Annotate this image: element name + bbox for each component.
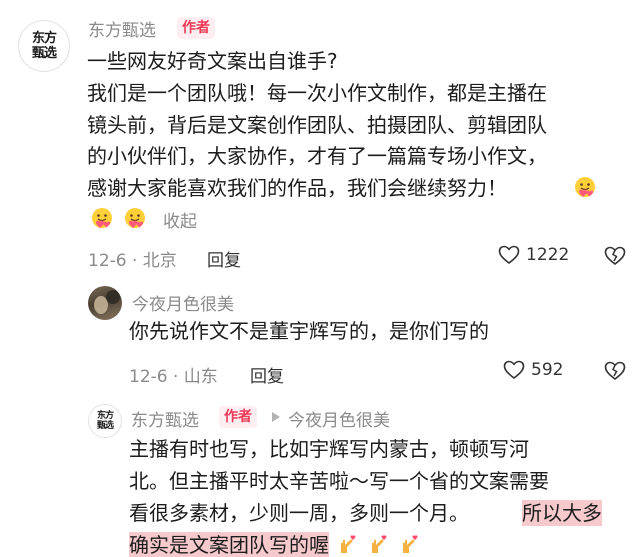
comment-thread: 东方 甄选 东方甄选 作者 一些网友好奇文案出自谁手? 我们是一个团队哦！每一次… — [0, 0, 641, 557]
heart-icon — [498, 245, 520, 265]
highlighted-text: 所以大多 — [522, 500, 602, 526]
author-name[interactable]: 今夜月色很美 — [132, 290, 234, 315]
finger-heart-icon — [372, 535, 387, 553]
finger-heart-icon — [341, 535, 356, 553]
avatar[interactable]: 东方 甄选 — [18, 20, 70, 72]
heart-icon — [503, 360, 525, 380]
reply-arrow-icon — [272, 412, 280, 422]
comment-text-line: 的小伙伴们，大家协作，才有了一篇篇专场小作文， — [87, 144, 547, 168]
comment-text-line: 你先说作文不是董宇辉写的，是你们写的 — [129, 319, 489, 343]
comment-text-line: 主播有时也写，比如宇辉写内蒙古，顿顿写河 — [129, 437, 529, 461]
author-name[interactable]: 东方甄选 — [131, 406, 199, 431]
comment-text-line: 感谢大家能喜欢我们的作品，我们会继续努力！ — [87, 176, 507, 200]
comment-text-line: 看很多素材，少则一周，多则一个月。 — [129, 501, 469, 525]
reply-button[interactable]: 回复 — [207, 246, 241, 271]
hug-emoji-icon — [125, 208, 145, 228]
avatar-logo-text: 甄选 — [31, 46, 57, 61]
like-count: 1222 — [526, 245, 570, 265]
like-button[interactable]: 592 — [503, 360, 563, 380]
like-count: 592 — [531, 360, 564, 380]
avatar[interactable]: 东方 甄选 — [88, 404, 122, 438]
hug-emoji-icon — [92, 208, 112, 228]
avatar-logo-text: 东方 — [31, 31, 57, 46]
like-button[interactable]: 1222 — [498, 245, 569, 265]
hug-emoji-icon — [575, 177, 595, 197]
comment-date-location: 12-6 · 北京 — [88, 251, 177, 271]
comment-text-line: 镜头前，背后是文案创作团队、拍摄团队、剪辑团队 — [87, 113, 547, 137]
comment-text-line: 我们是一个团队哦！每一次小作文制作，都是主播在 — [87, 81, 547, 105]
reply-button[interactable]: 回复 — [250, 362, 284, 387]
avatar[interactable] — [88, 286, 122, 320]
author-badge: 作者 — [177, 17, 215, 39]
dislike-icon[interactable] — [604, 246, 626, 266]
avatar-logo-text: 甄选 — [96, 420, 114, 431]
collapse-button[interactable]: 收起 — [163, 207, 197, 232]
dislike-icon[interactable] — [604, 361, 626, 381]
highlighted-text: 确实是文案团队写的喔 — [129, 532, 329, 557]
reply-target-name[interactable]: 今夜月色很美 — [288, 406, 390, 431]
author-badge: 作者 — [219, 406, 257, 428]
comment-text-line: 北。但主播平时太辛苦啦～写一个省的文案需要 — [129, 469, 549, 493]
avatar-logo-text: 东方 — [96, 410, 114, 421]
comment-date-location: 12-6 · 山东 — [129, 367, 218, 387]
comment-text-line: 一些网友好奇文案出自谁手? — [87, 49, 338, 73]
finger-heart-icon — [403, 535, 418, 553]
author-name[interactable]: 东方甄选 — [88, 16, 156, 41]
